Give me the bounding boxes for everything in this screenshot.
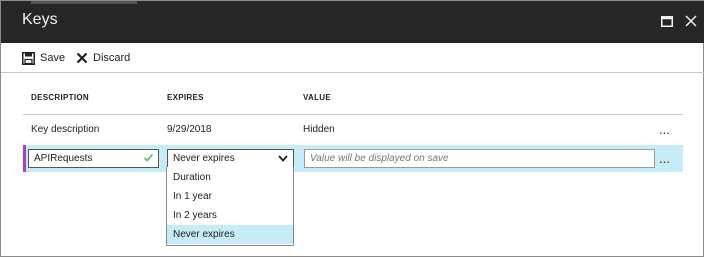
row-selection-indicator: [23, 145, 26, 172]
save-button[interactable]: Save: [22, 50, 65, 66]
expires-selected-value: Never expires: [173, 153, 235, 164]
title-bar: Keys: [1, 1, 704, 43]
table-row[interactable]: Key description 9/29/2018 Hidden ...: [23, 117, 683, 144]
chevron-down-icon: [278, 155, 288, 162]
dropdown-option-duration[interactable]: Duration: [167, 168, 293, 187]
command-bar: Save Discard: [1, 43, 704, 73]
maximize-icon: [661, 15, 673, 27]
close-icon: [685, 15, 697, 27]
column-header-value: VALUE: [303, 93, 332, 102]
key-value-cell: Hidden: [303, 124, 335, 135]
maximize-button[interactable]: [658, 12, 676, 30]
blade-title: Keys: [22, 11, 58, 28]
expires-dropdown-list: Duration In 1 year In 2 years Never expi…: [166, 167, 294, 246]
close-button[interactable]: [682, 12, 700, 30]
row-more-button[interactable]: ...: [659, 123, 670, 136]
header-divider: [23, 114, 683, 115]
key-description-input[interactable]: APIRequests: [28, 149, 159, 168]
key-description-value: APIRequests: [34, 153, 93, 164]
column-header-expires: EXPIRES: [167, 93, 204, 102]
dropdown-option-2-years[interactable]: In 2 years: [167, 206, 293, 225]
floppy-disk-icon: [22, 51, 35, 65]
keys-blade: Keys Save Discard DESCRIPTION EXPIRES VA…: [0, 0, 704, 257]
checkmark-icon: [143, 153, 154, 162]
dropdown-option-never-expires[interactable]: Never expires: [167, 225, 293, 244]
x-icon: [76, 52, 88, 64]
dropdown-option-1-year[interactable]: In 1 year: [167, 187, 293, 206]
key-value-input[interactable]: Value will be displayed on save: [304, 149, 655, 168]
discard-button[interactable]: Discard: [76, 50, 130, 66]
key-value-placeholder: Value will be displayed on save: [310, 153, 449, 164]
new-key-row: APIRequests Never expires Value will be …: [23, 145, 683, 172]
column-header-description: DESCRIPTION: [31, 93, 89, 102]
key-description-cell: Key description: [31, 124, 100, 135]
save-label: Save: [40, 52, 66, 64]
key-expires-cell: 9/29/2018: [167, 124, 212, 135]
expires-select[interactable]: Never expires: [167, 149, 294, 168]
titlebar-accent: [31, 1, 137, 4]
row-more-button[interactable]: ...: [659, 152, 670, 165]
discard-label: Discard: [93, 52, 131, 64]
